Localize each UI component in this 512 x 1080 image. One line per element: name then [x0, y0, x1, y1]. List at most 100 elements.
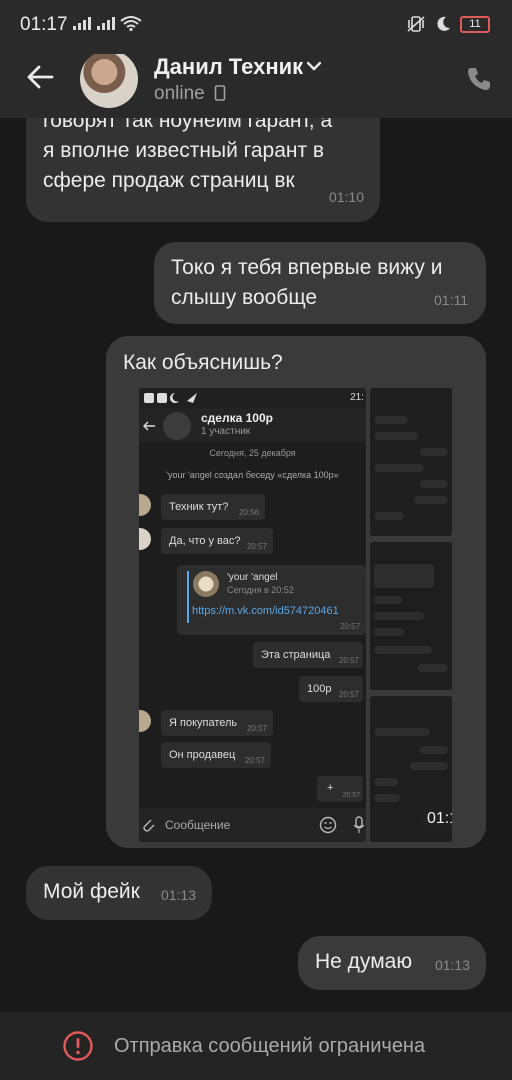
- attached-screenshot-thumb[interactable]: [370, 542, 452, 690]
- avatar[interactable]: [80, 50, 138, 108]
- screenshot-message-text: Эта страница: [261, 649, 331, 661]
- message-bubble-incoming[interactable]: Мой фейк 01:13: [26, 866, 212, 920]
- message-time: 01:13: [434, 957, 470, 973]
- thumb-message: [374, 794, 400, 802]
- screenshot-message: Да, что у вас? 20:57: [161, 528, 273, 554]
- attached-screenshot-thumb[interactable]: 01:12: [370, 696, 452, 842]
- screenshot-message: + 20:57: [317, 776, 363, 802]
- message-time: 01:11: [434, 292, 468, 308]
- thumb-message: [414, 496, 448, 504]
- phone-icon[interactable]: [466, 66, 492, 92]
- chevron-down-icon[interactable]: [306, 60, 322, 72]
- restricted-text: Отправка сообщений ограничена: [114, 1035, 426, 1057]
- screenshot-message-text: Он продавец: [169, 749, 236, 761]
- message-text-line: я вполне известный гарант в: [43, 139, 325, 162]
- screenshot-message-text: +: [327, 782, 334, 794]
- screenshot-message-time: 20:57: [338, 656, 359, 665]
- battery-level: 11: [469, 18, 481, 30]
- message-time: 01:10: [328, 189, 364, 205]
- thumb-message: [374, 416, 408, 424]
- screenshot-message-text: Техник тут?: [169, 501, 229, 513]
- status-bar: 01:17 11: [0, 0, 512, 54]
- message-text: Как объяснишь?: [123, 351, 283, 374]
- vibrate-icon: [407, 16, 425, 32]
- thumb-message: [374, 778, 398, 786]
- presence-status: online: [154, 83, 226, 105]
- back-arrow-icon[interactable]: [26, 64, 54, 90]
- forward-name: 'your 'angel: [227, 572, 278, 583]
- status-time: 01:17: [20, 14, 68, 35]
- status-right-icons: 11: [406, 15, 490, 33]
- screenshot-message-time: 20:57: [246, 542, 267, 551]
- mobile-icon: [214, 85, 226, 101]
- screenshot-message: 100р 20:57: [299, 676, 363, 702]
- thumb-message: [374, 564, 434, 588]
- attached-screenshot-thumb[interactable]: [370, 388, 452, 536]
- battery-icon: 11: [460, 15, 490, 33]
- screenshot-avatar: [139, 494, 151, 516]
- screenshot-date: Сегодня, 25 декабря: [209, 448, 296, 458]
- forward-link: https://m.vk.com/id574720461: [192, 605, 339, 617]
- thumb-message: [418, 664, 448, 672]
- screenshot-message: Я покупатель 20:57: [161, 710, 273, 736]
- video-duration-badge: 01:12: [420, 806, 452, 832]
- screenshot-avatar: [139, 710, 151, 732]
- message-text-line: говорят так ноунейм гарант, а: [43, 118, 333, 132]
- attach-icon: [143, 819, 155, 832]
- moon-icon: [437, 16, 450, 31]
- screenshot-message-text: Да, что у вас?: [169, 535, 241, 547]
- thumb-message: [410, 762, 448, 770]
- message-bubble-incoming[interactable]: говорят так ноунейм гарант, а я вполне и…: [26, 118, 380, 222]
- screenshot-header: сделка 100р 1 участник: [139, 408, 366, 442]
- thumb-message: [374, 512, 404, 520]
- signal-icon-2: [97, 17, 115, 30]
- message-time: 01:13: [160, 887, 196, 903]
- message-bubble-outgoing[interactable]: Не думаю 01:13: [298, 936, 486, 990]
- screenshot-chat-title: сделка 100р: [201, 411, 273, 425]
- screenshot-status-time: 21:: [350, 392, 364, 403]
- signal-icon: [73, 17, 91, 30]
- thumb-message: [374, 596, 402, 604]
- message-list[interactable]: говорят так ноунейм гарант, а я вполне и…: [0, 118, 512, 1012]
- thumb-message: [420, 480, 448, 488]
- video-duration: 01:12: [426, 810, 452, 827]
- forward-avatar: [193, 571, 219, 597]
- wifi-icon: [120, 16, 142, 31]
- thumb-message: [374, 646, 432, 654]
- screenshot-message-time: 20:57: [246, 724, 267, 733]
- message-text: Мой фейк: [43, 880, 140, 903]
- screenshot-message-text: Я покупатель: [169, 717, 238, 729]
- message-bubble-outgoing[interactable]: Токо я тебя впервые вижу и слышу вообще …: [154, 242, 486, 324]
- emoji-icon: [319, 816, 337, 834]
- message-text-line: слышу вообще: [171, 286, 318, 309]
- screenshot-avatar: [139, 528, 151, 550]
- message-text: Не думаю: [315, 950, 413, 973]
- screenshot-message-time: 20:57: [342, 792, 360, 799]
- screenshot-message-time: 20:57: [338, 690, 359, 699]
- screenshot-message-time: 20:57: [244, 756, 265, 765]
- forward-date: Сегодня в 20:52: [227, 585, 294, 595]
- screenshot-avatar: [163, 412, 191, 440]
- presence-text: online: [154, 83, 205, 104]
- forward-time: 20:57: [339, 622, 360, 631]
- screenshot-message-text: 100р: [307, 683, 332, 695]
- screenshot-system-note: 'your 'angel создал беседу «сделка 100р»: [166, 470, 339, 480]
- message-text-line: сфере продаж страниц вк: [43, 169, 295, 192]
- screenshot-chat-subtitle: 1 участник: [201, 426, 251, 437]
- screenshot-status-icons: [144, 393, 197, 403]
- screenshot-message: Эта страница 20:57: [253, 642, 363, 668]
- screenshot-status-bar: 21:: [139, 388, 366, 408]
- thumb-message: [420, 746, 448, 754]
- screenshot-back-icon: [143, 421, 155, 431]
- screenshot-message: Он продавец 20:57: [161, 742, 271, 768]
- thumb-message: [420, 448, 448, 456]
- attached-screenshot[interactable]: 21: сделка 100р 1 участник Сегодня, 25 д…: [139, 388, 366, 842]
- screenshot-forward: 'your 'angel Сегодня в 20:52 https://m.v…: [177, 565, 366, 635]
- thumb-message: [374, 464, 424, 472]
- thumb-message: [374, 728, 430, 736]
- restricted-footer: Отправка сообщений ограничена: [0, 1012, 512, 1080]
- screenshot-message-time: 20:56: [238, 508, 259, 517]
- screenshot-input-placeholder: Сообщение: [165, 818, 231, 832]
- contact-name[interactable]: Данил Техник: [154, 54, 303, 80]
- screenshot-message: Техник тут? 20:56: [161, 494, 265, 520]
